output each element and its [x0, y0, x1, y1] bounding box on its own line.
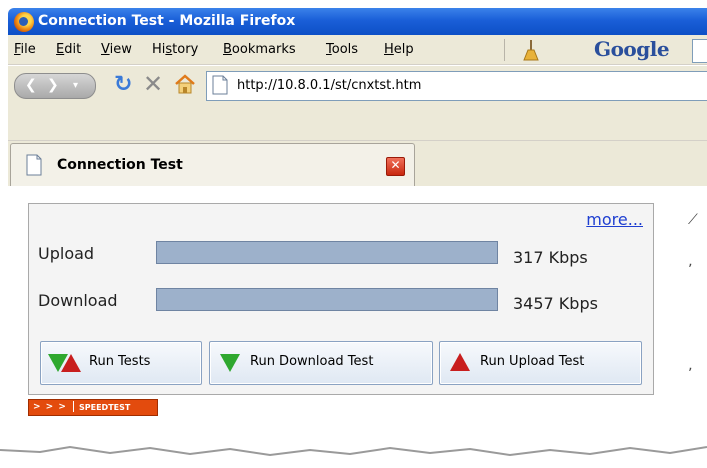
download-label: Download	[38, 291, 118, 310]
tab-connection-test[interactable]: Connection Test ✕	[10, 143, 415, 187]
menu-tools[interactable]: Tools	[326, 42, 358, 57]
run-upload-test-label: Run Upload Test	[480, 354, 585, 369]
toolbar-spacer	[8, 104, 707, 140]
url-bar[interactable]: http://10.8.0.1/st/cnxtst.htm	[206, 71, 707, 101]
speedtest-logo[interactable]: > > > SPEEDTEST	[28, 399, 158, 416]
upload-progress-bar	[156, 241, 498, 264]
logo-text: SPEEDTEST	[79, 403, 131, 412]
clipped-content-mark: ⟋	[688, 212, 698, 228]
menu-help[interactable]: Help	[384, 42, 414, 57]
download-arrow-icon	[220, 354, 240, 372]
google-search-engine-label[interactable]: Google	[594, 37, 670, 61]
forward-arrow-icon[interactable]: ❯	[47, 77, 59, 93]
menu-separator	[504, 39, 505, 61]
upload-label: Upload	[38, 244, 95, 263]
history-dropdown-icon[interactable]: ▾	[73, 80, 78, 91]
broom-icon[interactable]	[520, 39, 542, 61]
run-download-test-button[interactable]: Run Download Test	[209, 341, 433, 385]
upload-progress-fill	[157, 242, 497, 263]
upload-speed-value: 317 Kbps	[513, 248, 588, 267]
stop-icon[interactable]: ✕	[143, 70, 163, 98]
menu-bookmarks[interactable]: Bookmarks	[223, 42, 296, 57]
close-tab-icon[interactable]: ✕	[386, 157, 405, 176]
firefox-icon	[14, 12, 34, 32]
menu-view[interactable]: View	[101, 42, 132, 57]
logo-divider	[73, 401, 74, 412]
upload-arrow-icon	[450, 353, 470, 371]
logo-chevrons: > > >	[33, 402, 67, 412]
run-tests-button[interactable]: Run Tests	[40, 341, 202, 385]
torn-edge-decoration	[0, 445, 707, 468]
download-progress-bar	[156, 288, 498, 311]
home-icon[interactable]	[174, 74, 196, 94]
tab-title: Connection Test	[57, 157, 183, 173]
search-input[interactable]	[692, 39, 707, 63]
clipped-content-mark: ʼ	[688, 262, 693, 278]
menu-file[interactable]: File	[14, 42, 36, 57]
window-titlebar: Connection Test - Mozilla Firefox	[8, 8, 707, 35]
download-progress-fill	[157, 289, 497, 310]
menu-history[interactable]: History	[152, 42, 198, 57]
navigation-toolbar: ❮ ❯ ▾ ↻ ✕ http://10.8.0.1/st/cnxtst.htm	[8, 66, 707, 104]
reload-icon[interactable]: ↻	[114, 72, 132, 97]
menu-edit[interactable]: Edit	[56, 42, 81, 57]
page-icon	[212, 75, 228, 95]
run-upload-test-button[interactable]: Run Upload Test	[439, 341, 642, 385]
back-arrow-icon[interactable]: ❮	[25, 77, 37, 93]
page-icon	[26, 154, 42, 176]
run-tests-label: Run Tests	[89, 354, 151, 369]
clipped-content-mark: ʼ	[688, 366, 693, 382]
url-text[interactable]: http://10.8.0.1/st/cnxtst.htm	[237, 78, 421, 93]
download-speed-value: 3457 Kbps	[513, 294, 598, 313]
window-title: Connection Test - Mozilla Firefox	[38, 13, 296, 29]
run-download-test-label: Run Download Test	[250, 354, 374, 369]
menu-bar: File Edit View History Bookmarks Tools H…	[8, 35, 707, 65]
more-link[interactable]: more...	[586, 210, 643, 229]
speedtest-widget: more... Upload 317 Kbps Download 3457 Kb…	[28, 203, 654, 395]
back-forward-group: ❮ ❯ ▾	[14, 73, 96, 99]
